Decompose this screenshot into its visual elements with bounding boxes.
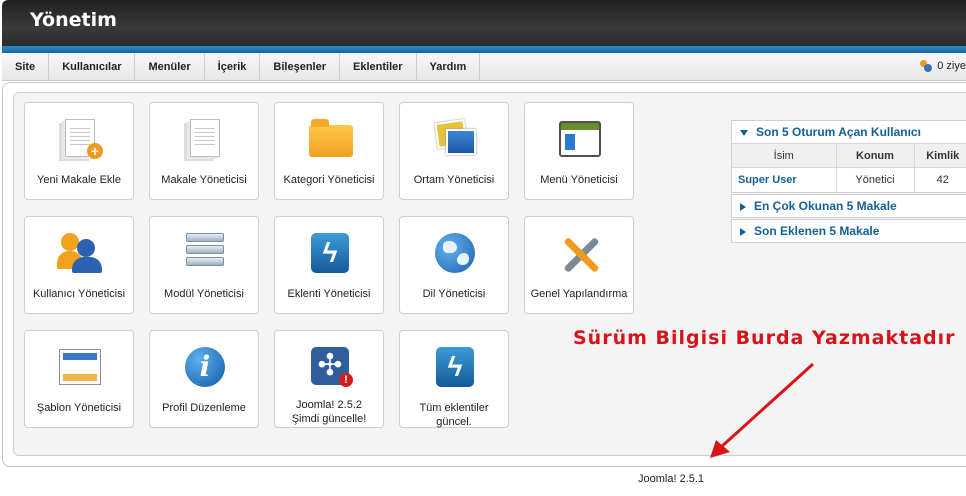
annotation-arrow-icon [710, 362, 815, 458]
version-text: Joomla! 2.5.1 [638, 473, 705, 485]
